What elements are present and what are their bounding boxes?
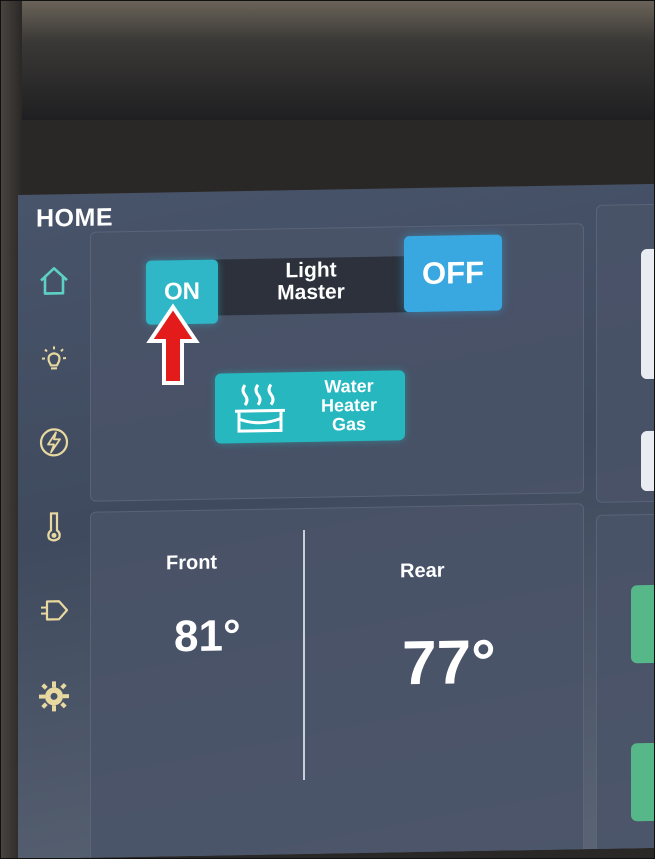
thermometer-icon [47, 512, 61, 542]
touch-screen: HOME ON Light Master OFF Water Heater Ga… [18, 183, 655, 859]
light-master-label: Light Master [236, 258, 386, 306]
home-icon [40, 267, 68, 295]
rear-zone-label: Rear [400, 559, 445, 583]
front-zone-temperature[interactable]: 81° [174, 611, 241, 662]
right-tile[interactable] [641, 430, 655, 492]
right-toggle-green[interactable] [631, 584, 655, 664]
slide-icon [41, 600, 69, 621]
sidebar-nav [24, 258, 80, 759]
light-master-label-line2: Master [277, 280, 345, 305]
device-bezel-top [0, 0, 655, 120]
lightning-icon [39, 428, 69, 457]
water-heater-label-line2: Heater [320, 394, 378, 416]
light-bulb-icon [42, 346, 66, 370]
light-master-label-line1: Light [285, 258, 337, 283]
climate-panel [90, 503, 584, 859]
light-master-off-button[interactable]: OFF [404, 234, 502, 313]
rear-zone-temperature[interactable]: 77° [402, 627, 496, 700]
right-panel-bottom [596, 513, 655, 859]
nav-item-power[interactable] [32, 420, 76, 465]
zone-divider [303, 529, 305, 781]
water-heater-label: Water Heater Gas [299, 376, 399, 435]
gear-icon [39, 681, 69, 712]
nav-item-lights[interactable] [32, 338, 76, 383]
water-heater-label-line1: Water [324, 375, 374, 397]
right-panel-top [596, 203, 655, 503]
water-heater-icon [235, 383, 285, 433]
red-up-arrow-icon [146, 303, 200, 385]
nav-item-climate[interactable] [32, 504, 76, 549]
nav-item-settings[interactable] [32, 674, 76, 719]
front-zone-label: Front [166, 551, 218, 575]
right-tile[interactable] [641, 248, 655, 380]
page-title: HOME [36, 203, 113, 233]
water-heater-gas-button[interactable]: Water Heater Gas [215, 370, 405, 444]
right-toggle-green[interactable] [631, 742, 655, 822]
nav-item-home[interactable] [32, 258, 76, 303]
nav-item-slides[interactable] [32, 588, 76, 633]
water-heater-label-line3: Gas [331, 413, 367, 435]
